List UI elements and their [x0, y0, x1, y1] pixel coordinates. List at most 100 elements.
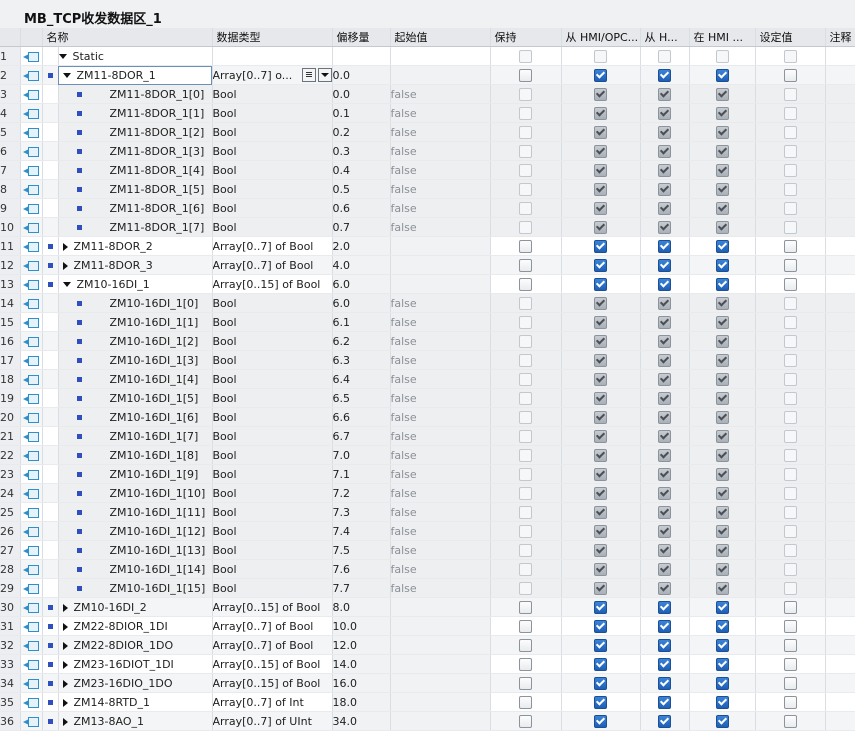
variable-name[interactable]: ZM10-16DI_1[9]	[110, 468, 199, 481]
from-hmi-opc-checkbox[interactable]	[594, 68, 607, 82]
datatype-value[interactable]: Array[0..15] of Bool	[213, 278, 321, 291]
in-hmi-checkbox[interactable]	[715, 448, 729, 462]
comment-cell[interactable]	[825, 407, 855, 427]
in-hmi-checkbox[interactable]	[715, 467, 729, 481]
setpoint-checkbox[interactable]	[783, 524, 797, 538]
variable-name[interactable]: ZM10-16DI_1[11]	[110, 506, 206, 519]
comment-cell[interactable]	[825, 654, 855, 674]
from-hmi-checkbox[interactable]	[658, 68, 671, 82]
variable-name[interactable]: ZM10-16DI_1[7]	[110, 430, 199, 443]
comment-cell[interactable]	[825, 445, 855, 465]
datatype-value[interactable]: Bool	[213, 449, 237, 462]
col-setpoint[interactable]: 设定值	[755, 28, 826, 47]
table-row[interactable]: 30 ZM10-16DI_2 Array[0..15] of Bool 8.0	[0, 597, 855, 617]
from-hmi-opc-checkbox[interactable]	[594, 372, 607, 386]
comment-cell[interactable]	[825, 312, 855, 332]
comment-cell[interactable]	[825, 673, 855, 693]
in-hmi-checkbox[interactable]	[715, 296, 729, 310]
table-row[interactable]: 14 ZM10-16DI_1[0] Bool 6.0 false	[0, 293, 855, 313]
start-value[interactable]	[390, 46, 491, 66]
start-value[interactable]: false	[390, 217, 491, 237]
datatype-value[interactable]: Array[0..15] of Bool	[213, 658, 321, 671]
setpoint-checkbox[interactable]	[783, 619, 797, 633]
variable-name[interactable]: ZM13-8AO_1	[74, 715, 144, 728]
col-start-value[interactable]: 起始值	[390, 28, 491, 47]
retain-checkbox[interactable]	[519, 220, 532, 234]
setpoint-checkbox[interactable]	[783, 296, 797, 310]
from-hmi-checkbox[interactable]	[658, 391, 671, 405]
setpoint-checkbox[interactable]	[783, 714, 797, 728]
comment-cell[interactable]	[825, 578, 855, 598]
setpoint-checkbox[interactable]	[783, 163, 797, 177]
setpoint-checkbox[interactable]	[783, 657, 797, 671]
start-value[interactable]: false	[390, 160, 491, 180]
variable-name[interactable]: ZM10-16DI_1[14]	[110, 563, 206, 576]
table-row[interactable]: 21 ZM10-16DI_1[7] Bool 6.7 false	[0, 426, 855, 446]
comment-cell[interactable]	[825, 711, 855, 731]
comment-cell[interactable]	[825, 597, 855, 617]
retain-checkbox[interactable]	[519, 353, 532, 367]
setpoint-checkbox[interactable]	[783, 106, 797, 120]
list-icon[interactable]	[301, 68, 316, 82]
table-row[interactable]: 13 ZM10-16DI_1 Array[0..15] of Bool 6.0	[0, 274, 855, 294]
from-hmi-checkbox[interactable]	[658, 486, 671, 500]
collapse-arrow-icon[interactable]	[62, 282, 71, 287]
retain-checkbox[interactable]	[519, 125, 532, 139]
start-value[interactable]	[390, 711, 491, 731]
start-value[interactable]: false	[390, 502, 491, 522]
setpoint-checkbox[interactable]	[783, 391, 797, 405]
comment-cell[interactable]	[825, 388, 855, 408]
table-row[interactable]: 2 ZM11-8DOR_1 Array[0..7] o... 0.0	[0, 65, 855, 85]
start-value[interactable]	[390, 616, 491, 636]
from-hmi-checkbox[interactable]	[658, 562, 671, 576]
datatype-value[interactable]: Bool	[213, 202, 237, 215]
variable-name[interactable]: ZM10-16DI_1[12]	[110, 525, 206, 538]
col-datatype[interactable]: 数据类型	[212, 28, 333, 47]
from-hmi-checkbox[interactable]	[658, 581, 671, 595]
datatype-value[interactable]: Bool	[213, 316, 237, 329]
variable-name[interactable]: ZM22-8DIOR_1DO	[74, 639, 174, 652]
from-hmi-opc-checkbox[interactable]	[594, 543, 607, 557]
from-hmi-checkbox[interactable]	[658, 49, 671, 63]
start-value[interactable]: false	[390, 141, 491, 161]
datatype-value[interactable]: Array[0..15] of Bool	[213, 601, 321, 614]
table-row[interactable]: 19 ZM10-16DI_1[5] Bool 6.5 false	[0, 388, 855, 408]
retain-checkbox[interactable]	[519, 581, 532, 595]
datatype-value[interactable]: Bool	[213, 297, 237, 310]
from-hmi-checkbox[interactable]	[658, 695, 671, 709]
from-hmi-checkbox[interactable]	[658, 258, 671, 272]
retain-checkbox[interactable]	[519, 296, 532, 310]
comment-cell[interactable]	[825, 692, 855, 712]
datatype-value[interactable]: Bool	[213, 411, 237, 424]
start-value[interactable]: false	[390, 388, 491, 408]
start-value[interactable]: false	[390, 559, 491, 579]
in-hmi-checkbox[interactable]	[715, 277, 729, 291]
comment-cell[interactable]	[825, 350, 855, 370]
setpoint-checkbox[interactable]	[783, 87, 797, 101]
datatype-value[interactable]: Bool	[213, 525, 237, 538]
start-value[interactable]	[390, 692, 491, 712]
start-value[interactable]: false	[390, 122, 491, 142]
setpoint-checkbox[interactable]	[783, 581, 797, 595]
in-hmi-checkbox[interactable]	[715, 372, 729, 386]
variable-name[interactable]: ZM14-8RTD_1	[74, 696, 151, 709]
in-hmi-checkbox[interactable]	[715, 562, 729, 576]
retain-checkbox[interactable]	[519, 486, 532, 500]
from-hmi-opc-checkbox[interactable]	[594, 87, 607, 101]
comment-cell[interactable]	[825, 217, 855, 237]
from-hmi-checkbox[interactable]	[658, 657, 671, 671]
in-hmi-checkbox[interactable]	[715, 49, 729, 63]
setpoint-checkbox[interactable]	[783, 315, 797, 329]
from-hmi-checkbox[interactable]	[658, 429, 671, 443]
expand-arrow-icon[interactable]	[62, 622, 68, 631]
retain-checkbox[interactable]	[519, 68, 532, 82]
in-hmi-checkbox[interactable]	[715, 429, 729, 443]
expand-arrow-icon[interactable]	[62, 641, 68, 650]
retain-checkbox[interactable]	[519, 429, 532, 443]
table-row[interactable]: 5 ZM11-8DOR_1[2] Bool 0.2 false	[0, 122, 855, 142]
from-hmi-opc-checkbox[interactable]	[594, 220, 607, 234]
expand-arrow-icon[interactable]	[62, 717, 68, 726]
in-hmi-checkbox[interactable]	[715, 714, 729, 728]
start-value[interactable]: false	[390, 540, 491, 560]
variable-name[interactable]: ZM10-16DI_1[8]	[110, 449, 199, 462]
